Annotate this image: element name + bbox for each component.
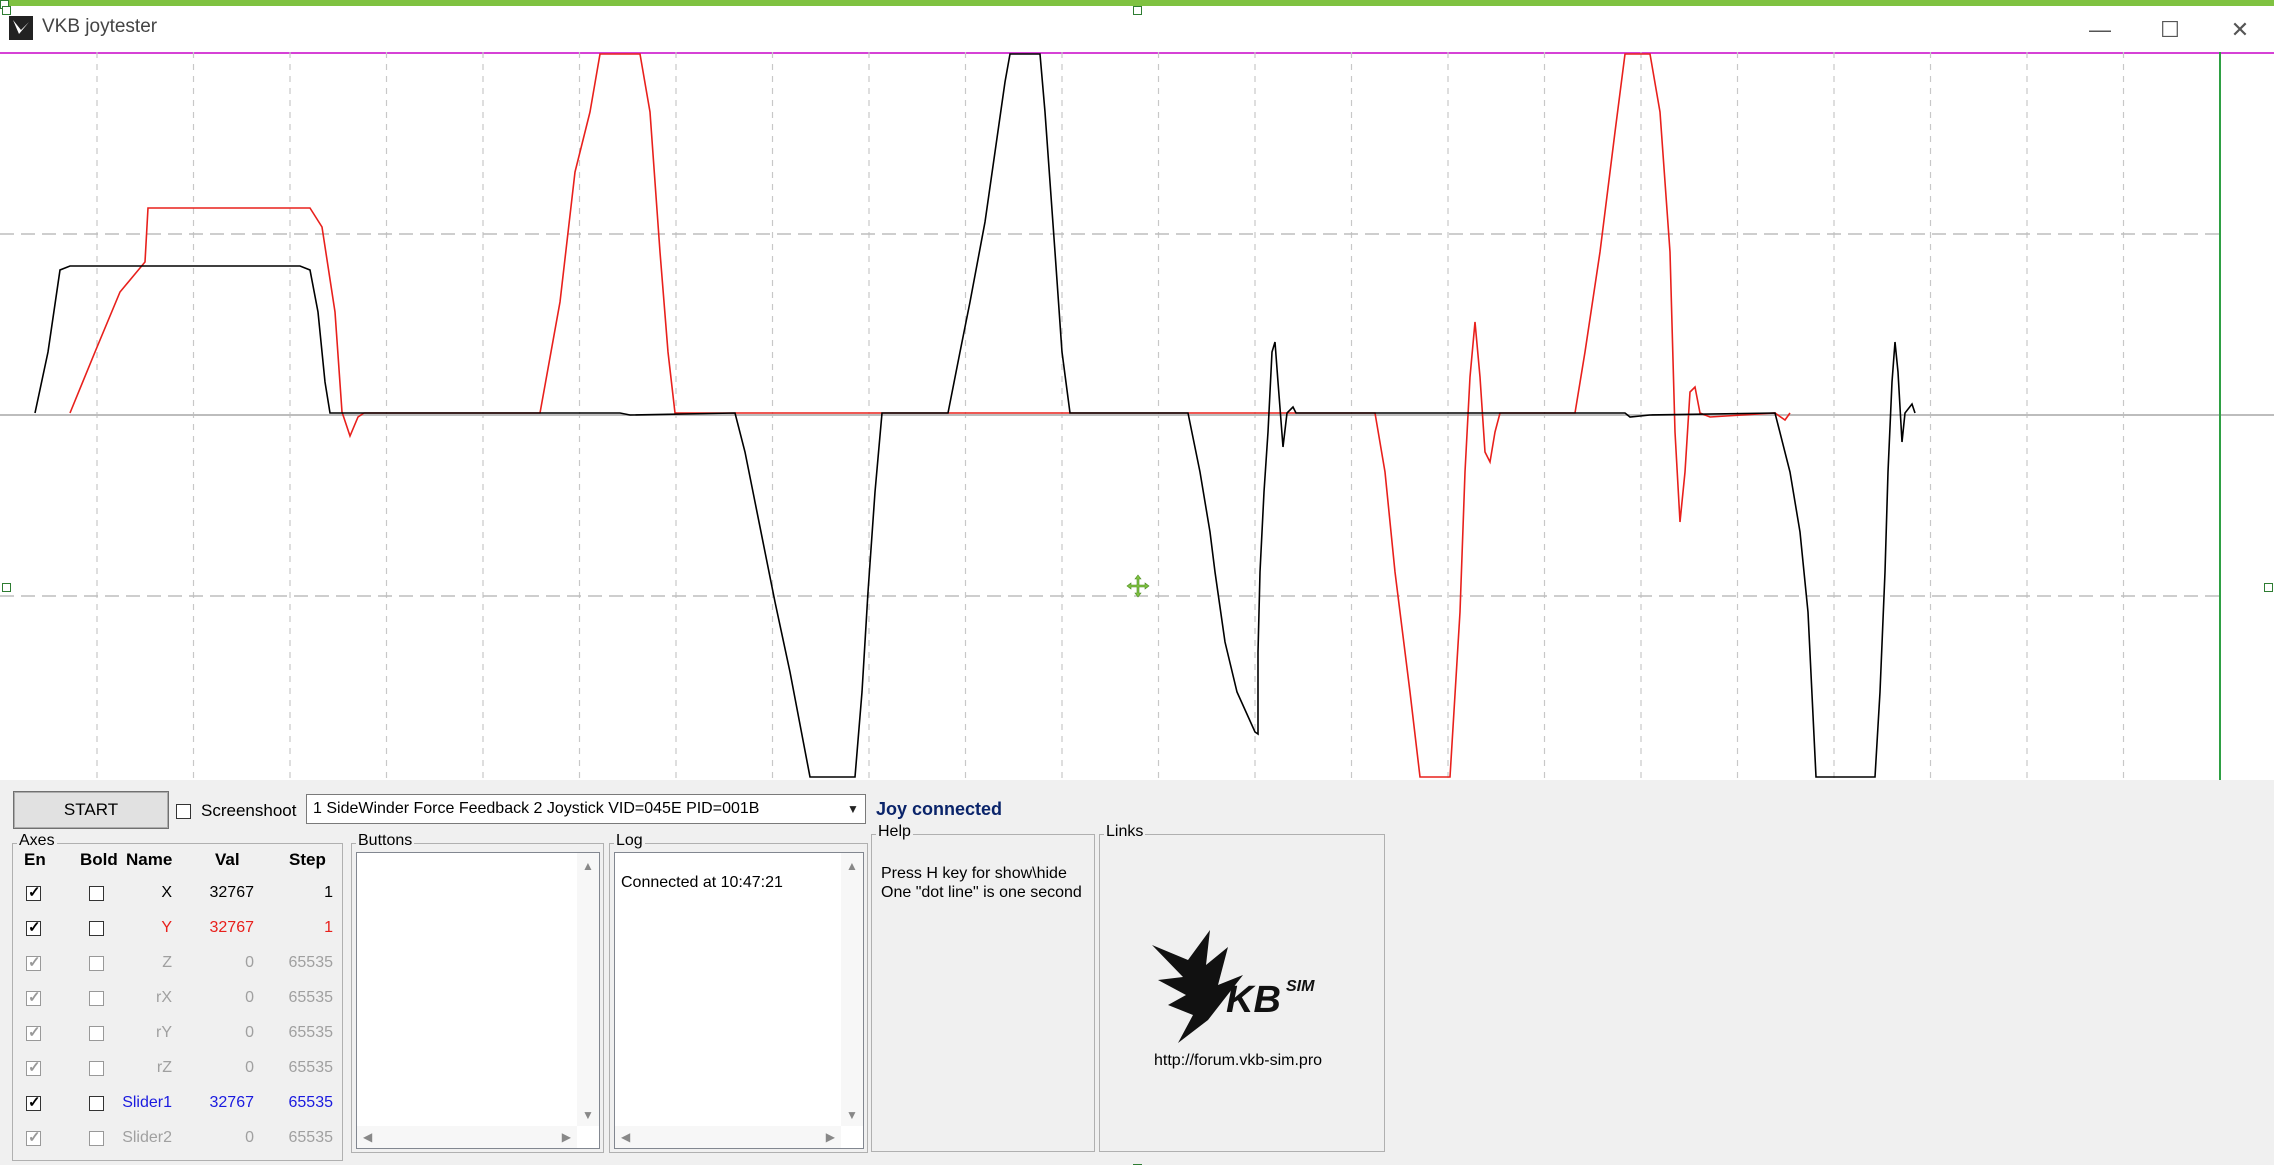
scroll-up-icon[interactable]: ▲ — [846, 859, 858, 873]
axis-value: 32767 — [209, 1094, 255, 1111]
scroll-left-icon[interactable]: ◀ — [363, 1130, 372, 1144]
axis-name: Slider2 — [122, 1129, 172, 1146]
axis-value: 0 — [245, 1024, 254, 1041]
axis-step: 1 — [324, 919, 333, 936]
help-group-title: Help — [876, 823, 913, 841]
close-icon[interactable]: ✕ — [2212, 10, 2268, 50]
axis-step: 65535 — [288, 1024, 334, 1041]
axis-name: rY — [156, 1024, 172, 1041]
plot-canvas — [0, 52, 2274, 780]
resize-handle-left-mid[interactable] — [2, 583, 11, 592]
vkb-logo-sup: SIM — [1286, 978, 1315, 995]
axis-bold-checkbox[interactable] — [89, 1026, 104, 1041]
connection-status: Joy connected — [876, 799, 1003, 819]
axis-bold-checkbox[interactable] — [89, 921, 104, 936]
resize-handle-top-mid[interactable] — [1133, 6, 1142, 15]
scroll-up-icon[interactable]: ▲ — [582, 859, 594, 873]
axis-bold-checkbox[interactable] — [89, 991, 104, 1006]
axis-value: 0 — [245, 954, 254, 971]
screenshot-label: Screenshoot — [201, 801, 297, 820]
axis-enable-checkbox[interactable] — [26, 953, 41, 971]
axis-step: 65535 — [288, 989, 334, 1006]
axes-header-val: Val — [215, 850, 240, 869]
screenshot-checkbox[interactable] — [176, 804, 191, 819]
axis-enable-checkbox[interactable] — [26, 1128, 41, 1146]
scroll-right-icon[interactable]: ▶ — [826, 1130, 835, 1144]
axis-name: rZ — [156, 1059, 172, 1076]
axis-bold-checkbox[interactable] — [89, 956, 104, 971]
axis-enable-checkbox[interactable] — [26, 918, 41, 936]
axis-value: 32767 — [209, 884, 255, 901]
resize-handle-top-left[interactable] — [2, 6, 11, 15]
device-select[interactable]: 1 SideWinder Force Feedback 2 Joystick V… — [306, 794, 866, 824]
axis-name: Z — [162, 954, 172, 971]
buttons-list[interactable]: ▲ ▼ ◀ ▶ — [356, 852, 600, 1149]
links-group-title: Links — [1104, 823, 1146, 841]
device-select-value: 1 SideWinder Force Feedback 2 Joystick V… — [313, 800, 760, 817]
axes-header-step: Step — [289, 850, 326, 869]
scroll-down-icon[interactable]: ▼ — [582, 1108, 594, 1122]
axis-step: 65535 — [288, 1059, 334, 1076]
axis-bold-checkbox[interactable] — [89, 1096, 104, 1111]
axis-bold-checkbox[interactable] — [89, 886, 104, 901]
axis-step: 65535 — [288, 1129, 334, 1146]
axis-bold-checkbox[interactable] — [89, 1131, 104, 1146]
axes-group-title: Axes — [17, 832, 57, 850]
forum-link[interactable]: http://forum.vkb-sim.pro — [1154, 1052, 1322, 1070]
axis-step: 65535 — [288, 1094, 334, 1111]
log-vertical-scrollbar[interactable]: ▲ ▼ — [841, 853, 863, 1126]
scroll-left-icon[interactable]: ◀ — [621, 1130, 630, 1144]
axis-enable-checkbox[interactable] — [26, 988, 41, 1006]
axes-header-name: Name — [126, 850, 173, 869]
buttons-vertical-scrollbar[interactable]: ▲ ▼ — [577, 853, 599, 1126]
maximize-icon[interactable]: ☐ — [2142, 10, 2198, 50]
help-line-1: Press H key for show\hide — [881, 865, 1067, 882]
buttons-horizontal-scrollbar[interactable]: ◀ ▶ — [357, 1126, 577, 1148]
scroll-right-icon[interactable]: ▶ — [562, 1130, 571, 1144]
log-group-title: Log — [614, 832, 645, 850]
axis-name: Slider1 — [122, 1094, 172, 1111]
axis-bold-checkbox[interactable] — [89, 1061, 104, 1076]
axis-name: rX — [156, 989, 172, 1006]
buttons-group-title: Buttons — [356, 832, 415, 850]
log-list[interactable]: Connected at 10:47:21 ▲ ▼ ◀ ▶ — [614, 852, 864, 1149]
axis-value: 0 — [245, 989, 254, 1006]
axis-enable-checkbox[interactable] — [26, 883, 41, 901]
resize-handle-right-mid[interactable] — [2264, 583, 2273, 592]
vkb-logo-text: KB — [1226, 979, 1281, 1021]
axis-value: 0 — [245, 1129, 254, 1146]
axis-step: 1 — [324, 884, 333, 901]
axis-enable-checkbox[interactable] — [26, 1058, 41, 1076]
start-button[interactable]: START — [13, 791, 169, 829]
log-line: Connected at 10:47:21 — [621, 874, 783, 891]
chevron-down-icon[interactable]: ▼ — [841, 795, 865, 823]
log-horizontal-scrollbar[interactable]: ◀ ▶ — [615, 1126, 841, 1148]
vkb-sim-logo: KB SIM — [1152, 930, 1315, 1043]
signal-plot[interactable] — [0, 52, 2274, 780]
axis-enable-checkbox[interactable] — [26, 1023, 41, 1041]
window-title: VKB joytester — [42, 16, 158, 37]
axis-step: 65535 — [288, 954, 334, 971]
axis-enable-checkbox[interactable] — [26, 1093, 41, 1111]
scroll-down-icon[interactable]: ▼ — [846, 1108, 858, 1122]
move-cursor-icon — [1126, 574, 1150, 598]
axis-name: X — [161, 884, 172, 901]
help-line-2: One "dot line" is one second — [881, 884, 1082, 901]
app-icon — [9, 16, 33, 40]
axes-header-bold: Bold — [80, 850, 118, 869]
axis-value: 32767 — [209, 919, 255, 936]
axis-value: 0 — [245, 1059, 254, 1076]
axes-header-en: En — [24, 850, 46, 869]
axis-name: Y — [161, 919, 172, 936]
minimize-icon[interactable]: — — [2072, 10, 2128, 50]
